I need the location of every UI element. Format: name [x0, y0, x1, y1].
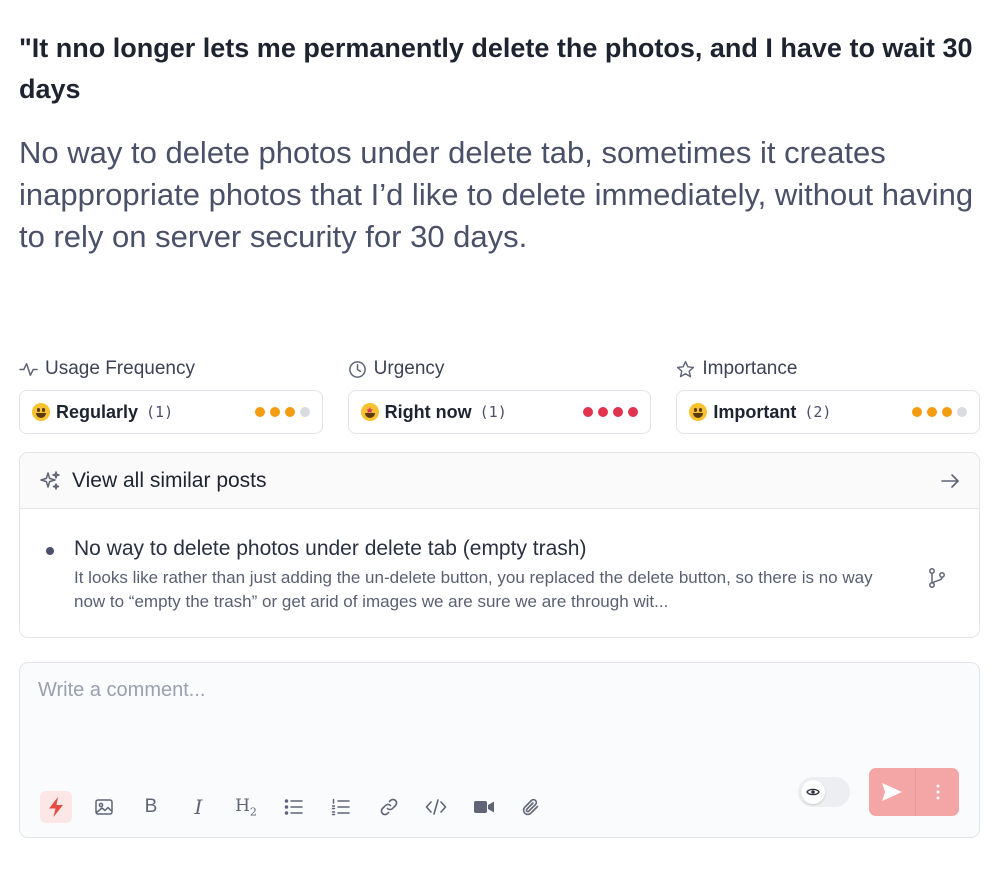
sparkles-icon: [40, 470, 60, 490]
rating-dot: [598, 407, 609, 417]
send-icon: [882, 783, 902, 801]
code-icon[interactable]: [420, 791, 452, 823]
post-body: No way to delete photos under delete tab…: [19, 135, 974, 254]
image-icon[interactable]: [88, 791, 120, 823]
heading-icon[interactable]: H2: [230, 791, 262, 823]
rating-dot: [927, 407, 938, 417]
similar-post-item[interactable]: No way to delete photos under delete tab…: [20, 509, 979, 614]
view-similar-posts-button[interactable]: View all similar posts: [20, 453, 979, 509]
importance-label: Importance: [676, 356, 980, 382]
meta-row: Usage Frequency Regularly (1) Urgency Ri…: [19, 356, 981, 434]
smiley-emoji-icon: [689, 403, 708, 421]
smiley-emoji-icon: [32, 403, 50, 421]
similar-post-excerpt: It looks like rather than just adding th…: [74, 568, 873, 611]
arrow-right-icon: [941, 473, 959, 488]
rating-dot: [942, 407, 953, 417]
rating-dot: [628, 407, 639, 417]
rating-dot: [254, 407, 265, 417]
rating-dot: [284, 407, 295, 417]
bullet-list-icon[interactable]: [278, 791, 310, 823]
urgency-select[interactable]: Right now (1): [347, 390, 652, 434]
merge-icon[interactable]: [927, 567, 947, 589]
attachment-icon[interactable]: [515, 791, 547, 823]
rating-dots: [583, 407, 639, 417]
rating-dot: [957, 407, 968, 417]
importance: Importance Important (2): [676, 356, 981, 434]
send-button[interactable]: [869, 768, 916, 816]
comment-box: B I H2: [19, 662, 980, 838]
activity-icon: [19, 362, 38, 376]
italic-icon[interactable]: I: [183, 791, 215, 823]
eye-icon: [801, 780, 825, 804]
rating-dots: [254, 407, 310, 417]
usage-frequency-select[interactable]: Regularly (1): [19, 390, 323, 434]
numbered-list-icon[interactable]: [325, 791, 357, 823]
preview-toggle[interactable]: [798, 777, 850, 807]
urgency: Urgency Right now (1): [347, 356, 652, 434]
more-options-button[interactable]: [916, 768, 959, 816]
video-icon[interactable]: [468, 791, 500, 823]
send-button-group: [869, 768, 959, 816]
link-icon[interactable]: [373, 791, 405, 823]
lightning-icon[interactable]: [40, 791, 72, 823]
star-struck-emoji-icon: [360, 403, 379, 421]
star-icon: [677, 360, 695, 377]
rating-dot: [299, 407, 310, 417]
clock-icon: [348, 360, 366, 378]
usage-frequency-label: Usage Frequency: [19, 356, 323, 382]
similar-posts-label: View all similar posts: [72, 468, 267, 492]
rating-dot: [583, 407, 594, 417]
comment-toolbar: B I H2: [40, 791, 563, 823]
importance-select[interactable]: Important (2): [676, 390, 981, 434]
usage-frequency: Usage Frequency Regularly (1): [19, 356, 323, 434]
bold-icon[interactable]: B: [135, 791, 167, 823]
rating-dot: [269, 407, 280, 417]
comment-input[interactable]: [38, 679, 738, 702]
rating-dots: [912, 407, 968, 417]
more-vertical-icon: [936, 784, 939, 800]
post-title: "It nno longer lets me permanently delet…: [19, 33, 973, 104]
rating-dot: [613, 407, 624, 417]
similar-posts-panel: View all similar posts No way to delete …: [19, 452, 980, 638]
rating-dot: [912, 407, 923, 417]
urgency-label: Urgency: [348, 356, 652, 382]
bullet-icon: [46, 547, 54, 555]
similar-post-title[interactable]: No way to delete photos under delete tab…: [74, 535, 889, 563]
